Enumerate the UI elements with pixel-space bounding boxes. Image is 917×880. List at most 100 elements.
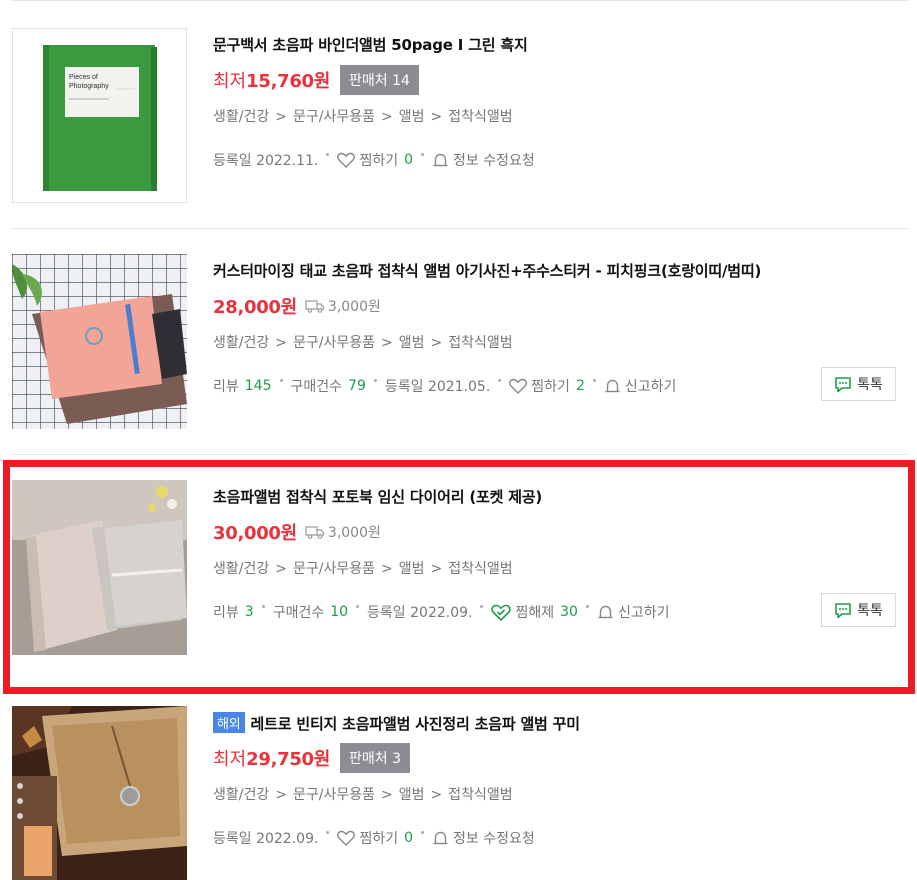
product-item: 커스터마이징 태교 초음파 접착식 앨범 아기사진+주수스티커 - 피치핑크(호…	[12, 254, 908, 430]
report-label: 신고하기	[617, 605, 670, 621]
siren-icon	[433, 153, 448, 167]
truck-icon	[305, 300, 325, 313]
category-link[interactable]: 앨범	[399, 561, 425, 577]
category-link[interactable]: 생활/건강	[213, 787, 269, 803]
top-divider	[12, 0, 908, 1]
registered-date: 등록일 2021.05.	[384, 379, 491, 395]
meta-separator	[326, 830, 330, 834]
purchase-label: 구매건수	[272, 605, 325, 621]
category-breadcrumb: 생활/건강 > 문구/사무용품 > 앨범 > 접착식앨범	[213, 332, 513, 352]
wish-count: 2	[575, 378, 585, 394]
category-link[interactable]: 접착식앨범	[448, 335, 512, 351]
wish-button[interactable]: 찜하기 0	[337, 828, 413, 848]
wish-label: 찜하기	[359, 831, 399, 847]
heart-icon	[509, 378, 528, 394]
product-item: 초음파앨범 접착식 포토북 임신 다이어리 (포켓 제공) 30,000원 3,…	[12, 480, 908, 656]
category-link[interactable]: 접착식앨범	[448, 561, 512, 577]
shipping-fee: 3,000원	[305, 296, 381, 316]
info-edit-request-link[interactable]: 정보 수정요청	[432, 828, 535, 848]
wish-label: 찜해제	[515, 605, 555, 621]
breadcrumb-separator: >	[275, 561, 287, 577]
seller-count-button[interactable]: 판매처 14	[340, 65, 419, 95]
breadcrumb-separator: >	[380, 787, 393, 803]
product-title-link[interactable]: 커스터마이징 태교 초음파 접착식 앨범 아기사진+주수스티커 - 피치핑크(호…	[213, 260, 761, 281]
breadcrumb-separator: >	[380, 335, 393, 351]
product-title-link[interactable]: 레트로 빈티지 초음파앨범 사진정리 초음파 앨범 꾸미	[251, 715, 581, 733]
category-link[interactable]: 생활/건강	[213, 561, 269, 577]
product-meta: 리뷰 145 구매건수 79 등록일 2021.05. 찜하기 2 신고하기	[213, 376, 676, 396]
category-link[interactable]: 접착식앨범	[448, 109, 512, 125]
product-title-link[interactable]: 초음파앨범 접착식 포토북 임신 다이어리 (포켓 제공)	[213, 486, 542, 507]
unwish-button[interactable]: 찜해제 30	[491, 602, 578, 622]
purchase-count: 79	[348, 378, 366, 394]
product-thumbnail[interactable]: Pieces of Photography	[12, 28, 187, 203]
overseas-badge: 해외	[213, 712, 245, 733]
purchase-label: 구매건수	[290, 379, 343, 395]
review-link[interactable]: 리뷰 3	[213, 602, 254, 622]
info-edit-request-link[interactable]: 정보 수정요청	[432, 150, 535, 170]
category-link[interactable]: 앨범	[399, 335, 425, 351]
product-thumbnail[interactable]	[12, 254, 187, 429]
heart-check-icon	[491, 604, 512, 621]
category-link[interactable]: 접착식앨범	[448, 787, 512, 803]
talk-talk-button[interactable]: 톡톡	[821, 367, 896, 401]
category-link[interactable]: 문구/사무용품	[293, 787, 375, 803]
category-breadcrumb: 생활/건강 > 문구/사무용품 > 앨범 > 접착식앨범	[213, 558, 513, 578]
breadcrumb-separator: >	[430, 787, 443, 803]
info-edit-label: 정보 수정요청	[453, 831, 535, 847]
seller-count-button[interactable]: 판매처 3	[340, 743, 411, 773]
category-breadcrumb: 생활/건강 > 문구/사무용품 > 앨범 > 접착식앨범	[213, 784, 513, 804]
product-price[interactable]: 15,760원	[246, 67, 330, 93]
review-label: 리뷰	[213, 379, 239, 395]
product-item: 해외 레트로 빈티지 초음파앨범 사진정리 초음파 앨범 꾸미 최저 29,750…	[12, 706, 908, 880]
thumb-text-1: Pieces of	[69, 74, 98, 81]
product-title-row: 해외 레트로 빈티지 초음파앨범 사진정리 초음파 앨범 꾸미	[213, 712, 580, 734]
product-price[interactable]: 29,750원	[246, 745, 330, 771]
report-link[interactable]: 신고하기	[597, 602, 670, 622]
breadcrumb-separator: >	[275, 787, 287, 803]
category-link[interactable]: 생활/건강	[213, 109, 269, 125]
siren-icon	[598, 605, 613, 619]
review-link[interactable]: 리뷰 145	[213, 376, 272, 396]
meta-separator	[279, 378, 283, 382]
wish-label: 찜하기	[531, 379, 570, 395]
wish-button[interactable]: 찜하기 0	[337, 150, 413, 170]
thumb-text-2: Photography	[69, 83, 109, 90]
heart-icon	[337, 152, 356, 168]
shipping-fee-value: 3,000원	[327, 299, 381, 315]
category-link[interactable]: 문구/사무용품	[293, 109, 375, 125]
talk-label: 톡톡	[857, 603, 883, 619]
product-title-link[interactable]: 문구백서 초음파 바인더앨범 50page I 그린 흑지	[213, 34, 528, 55]
breadcrumb-separator: >	[430, 561, 443, 577]
meta-separator	[421, 830, 424, 834]
info-edit-label: 정보 수정요청	[453, 153, 535, 169]
review-count: 145	[244, 378, 272, 394]
talk-talk-button[interactable]: 톡톡	[821, 593, 896, 627]
wish-button[interactable]: 찜하기 2	[509, 376, 585, 396]
category-link[interactable]: 문구/사무용품	[293, 335, 375, 351]
product-price[interactable]: 28,000원	[213, 293, 297, 319]
category-link[interactable]: 문구/사무용품	[293, 561, 375, 577]
meta-separator	[498, 378, 502, 382]
registered-date: 등록일 2022.09.	[213, 831, 319, 847]
category-link[interactable]: 생활/건강	[213, 335, 269, 351]
meta-separator	[421, 152, 424, 156]
chat-icon	[835, 602, 851, 618]
shipping-fee: 3,000원	[305, 522, 381, 542]
category-link[interactable]: 앨범	[399, 109, 425, 125]
breadcrumb-separator: >	[380, 109, 393, 125]
item-divider	[12, 454, 908, 455]
registered-date: 등록일 2022.11.	[213, 153, 319, 169]
wish-count: 0	[404, 830, 413, 846]
meta-separator	[592, 378, 596, 382]
report-link[interactable]: 신고하기	[604, 376, 676, 396]
heart-icon	[337, 830, 356, 846]
meta-separator	[326, 152, 330, 156]
wish-count: 30	[560, 604, 578, 620]
price-prefix: 최저	[213, 749, 247, 770]
product-price[interactable]: 30,000원	[213, 519, 297, 545]
product-thumbnail[interactable]	[12, 706, 187, 880]
product-thumbnail[interactable]	[12, 480, 187, 655]
category-link[interactable]: 앨범	[399, 787, 425, 803]
talk-label: 톡톡	[857, 377, 883, 393]
